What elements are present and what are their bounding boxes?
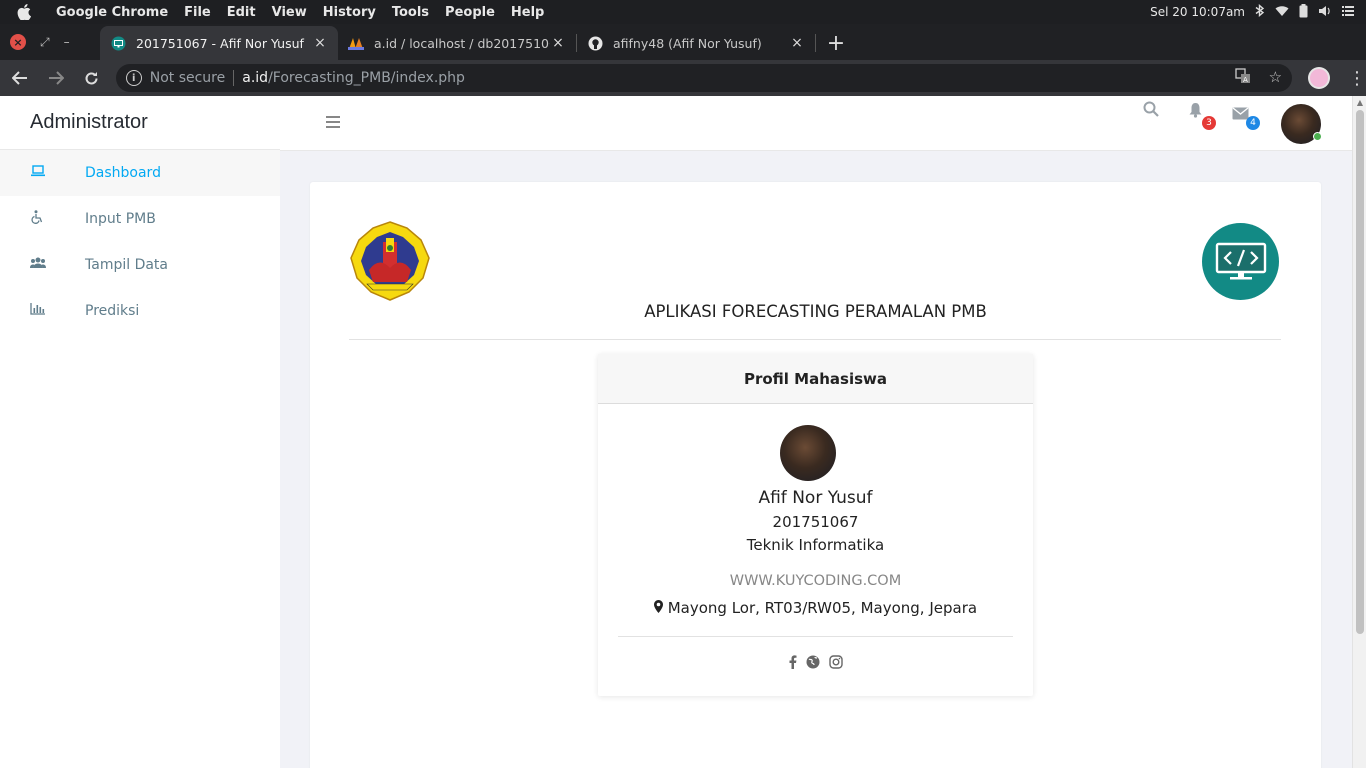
- bookmark-star-icon[interactable]: ☆: [1269, 68, 1282, 88]
- sidebar-item-dashboard[interactable]: Dashboard: [0, 150, 280, 196]
- svg-text:A: A: [1243, 76, 1248, 84]
- address-bar[interactable]: i Not secure a.id /Forecasting_PMB/index…: [115, 64, 1293, 92]
- reload-icon[interactable]: [76, 62, 108, 94]
- menu-people[interactable]: People: [437, 5, 503, 20]
- menu-file[interactable]: File: [176, 5, 219, 20]
- profile-nim: 201751067: [772, 513, 859, 531]
- profile-divider: [618, 636, 1013, 637]
- profile-card: Profil Mahasiswa Afif Nor Yusuf 20175106…: [598, 354, 1033, 696]
- sidebar-item-prediksi[interactable]: Prediksi: [0, 288, 280, 334]
- users-icon: [0, 257, 85, 273]
- app-title: APLIKASI FORECASTING PERAMALAN PMB: [644, 302, 987, 321]
- sidebar-item-tampil-data[interactable]: Tampil Data: [0, 242, 280, 288]
- window-minimize-icon[interactable]: –: [64, 35, 70, 49]
- dashboard-card: APLIKASI FORECASTING PERAMALAN PMB Profi…: [310, 182, 1321, 768]
- back-arrow-icon[interactable]: [4, 62, 36, 94]
- page-scrollbar[interactable]: ▲: [1352, 96, 1366, 768]
- profile-avatar: [780, 425, 836, 481]
- wheelchair-icon: [0, 210, 85, 228]
- bar-chart-icon: [0, 303, 85, 319]
- wifi-icon[interactable]: [1275, 5, 1289, 20]
- url-host[interactable]: a.id: [242, 70, 268, 86]
- brand-title[interactable]: Administrator: [0, 96, 280, 150]
- github-favicon-icon: [587, 35, 603, 51]
- new-tab-button[interactable]: +: [816, 26, 856, 60]
- omnibox-divider: [233, 70, 235, 86]
- profile-address: Mayong Lor, RT03/RW05, Mayong, Jepara: [598, 599, 1033, 617]
- system-menu-icon[interactable]: [1342, 5, 1354, 19]
- menu-toggle-icon[interactable]: [326, 116, 340, 131]
- instagram-icon[interactable]: [828, 655, 843, 673]
- search-icon[interactable]: [1143, 101, 1159, 122]
- phpmyadmin-favicon-icon: [348, 35, 364, 51]
- map-marker-icon: [653, 599, 668, 617]
- apple-icon[interactable]: [0, 4, 48, 20]
- battery-icon[interactable]: [1299, 3, 1308, 21]
- chrome-profile-avatar[interactable]: [1308, 67, 1331, 89]
- tab-close-icon[interactable]: ×: [312, 35, 328, 51]
- info-icon[interactable]: i: [125, 70, 142, 86]
- profile-website[interactable]: WWW.KUYCODING.COM: [598, 573, 1033, 589]
- sidebar-item-label: Tampil Data: [85, 257, 168, 273]
- top-header: 3 4: [280, 96, 1352, 151]
- profile-program: Teknik Informatika: [746, 536, 885, 554]
- bluetooth-icon[interactable]: [1255, 3, 1265, 20]
- tab-close-icon[interactable]: ×: [789, 35, 805, 51]
- notification-badge: 3: [1202, 116, 1216, 130]
- tab-title: 201751067 - Afif Nor Yusuf: [136, 35, 304, 51]
- sidebar: Administrator Dashboard Input PMB Tampil…: [0, 96, 280, 768]
- profile-name: Afif Nor Yusuf: [758, 488, 873, 508]
- tab-phpmyadmin[interactable]: a.id / localhost / db201751067 ×: [338, 26, 576, 60]
- divider: [349, 339, 1281, 340]
- chrome-menu-icon[interactable]: ⋮: [1348, 68, 1366, 89]
- address-text: Mayong Lor, RT03/RW05, Mayong, Jepara: [667, 599, 978, 617]
- university-seal-icon: [349, 220, 431, 302]
- sidebar-item-label: Dashboard: [85, 165, 161, 181]
- menu-edit[interactable]: Edit: [219, 5, 264, 20]
- browser-toolbar: i Not secure a.id /Forecasting_PMB/index…: [0, 60, 1366, 96]
- window-controls: × ⤢ –: [0, 24, 100, 60]
- sidebar-item-label: Prediksi: [85, 303, 140, 319]
- code-monitor-icon: [1202, 223, 1279, 300]
- tab-dashboard[interactable]: 201751067 - Afif Nor Yusuf ×: [100, 26, 338, 60]
- profile-heading: Profil Mahasiswa: [598, 354, 1033, 404]
- page: Administrator Dashboard Input PMB Tampil…: [0, 96, 1352, 768]
- menu-view[interactable]: View: [264, 5, 315, 20]
- url-path[interactable]: /Forecasting_PMB/index.php: [268, 70, 465, 86]
- menu-tools[interactable]: Tools: [384, 5, 437, 20]
- tab-strip: × ⤢ – 201751067 - Afif Nor Yusuf × a.id …: [0, 24, 1366, 60]
- forward-arrow-icon[interactable]: [40, 62, 72, 94]
- sidebar-item-input-pmb[interactable]: Input PMB: [0, 196, 280, 242]
- window-close-icon[interactable]: ×: [10, 34, 26, 50]
- facebook-icon[interactable]: [789, 655, 797, 673]
- sidebar-item-label: Input PMB: [85, 211, 156, 227]
- globe-icon[interactable]: [806, 655, 820, 673]
- user-avatar[interactable]: [1281, 104, 1322, 144]
- volume-icon[interactable]: [1318, 5, 1332, 20]
- os-menu-bar: Google Chrome File Edit View History Too…: [0, 0, 1366, 24]
- message-badge: 4: [1246, 116, 1260, 130]
- laptop-icon: [0, 165, 85, 181]
- code-favicon-icon: [110, 35, 126, 51]
- tab-title: afifny48 (Afif Nor Yusuf): [613, 35, 762, 51]
- menu-help[interactable]: Help: [503, 5, 552, 20]
- tab-close-icon[interactable]: ×: [550, 35, 566, 51]
- window-restore-icon[interactable]: ⤢: [40, 35, 50, 50]
- tab-title: a.id / localhost / db201751067: [374, 35, 550, 51]
- bell-icon[interactable]: [1188, 102, 1203, 123]
- translate-icon[interactable]: A: [1234, 68, 1251, 88]
- tab-github[interactable]: afifny48 (Afif Nor Yusuf) ×: [577, 26, 815, 60]
- app-name-menu[interactable]: Google Chrome: [48, 5, 176, 20]
- scrollbar-thumb[interactable]: [1356, 110, 1364, 634]
- menu-history[interactable]: History: [315, 5, 384, 20]
- online-status-dot: [1313, 132, 1322, 141]
- security-label[interactable]: Not secure: [150, 70, 226, 86]
- clock[interactable]: Sel 20 10:07am: [1150, 5, 1245, 19]
- social-links: [598, 655, 1033, 673]
- scroll-up-icon[interactable]: ▲: [1353, 96, 1366, 110]
